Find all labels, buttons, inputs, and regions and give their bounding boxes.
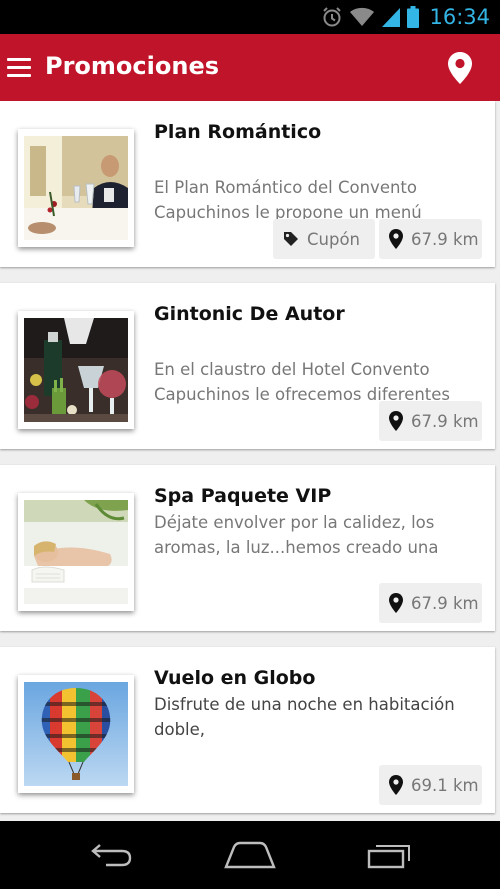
distance-label: 67.9 km [411, 411, 479, 431]
distance-badge: 67.9 km [379, 583, 482, 623]
location-pin-icon [389, 411, 403, 431]
status-time: 16:34 [429, 5, 490, 29]
distance-label: 69.1 km [411, 775, 479, 795]
status-bar: 16:34 [0, 0, 500, 34]
promo-card-gintonic[interactable]: Gintonic De Autor En el claustro del Hot… [0, 283, 495, 449]
gin-tonic-photo [24, 318, 128, 422]
distance-badge: 69.1 km [379, 765, 482, 805]
recent-apps-icon[interactable] [360, 837, 420, 873]
promo-description: Disfrute de una noche en habitación dobl… [154, 695, 455, 739]
map-pin-icon[interactable] [447, 51, 473, 85]
page-title: Promociones [45, 52, 219, 80]
distance-badge: 67.9 km [379, 219, 482, 259]
promotions-list[interactable]: Plan Romántico El Plan Romántico del Con… [0, 101, 500, 821]
coupon-badge[interactable]: Cupón [273, 219, 375, 259]
promo-description: Déjate envolver por la calidez, los arom… [154, 513, 439, 557]
couple-dinner-photo [24, 136, 128, 240]
location-pin-icon [389, 593, 403, 613]
system-nav-bar [0, 821, 500, 889]
app-bar: Promociones [0, 34, 500, 101]
location-pin-icon [389, 229, 403, 249]
promo-card-vuelo-globo[interactable]: Vuelo en Globo Disfrute de una noche en … [0, 647, 495, 813]
spa-relax-photo [24, 500, 128, 604]
back-icon[interactable] [80, 837, 140, 873]
coupon-label: Cupón [307, 229, 361, 249]
promo-thumbnail-frame [18, 311, 134, 429]
location-pin-icon [389, 775, 403, 795]
promo-title: Plan Romántico [154, 121, 322, 143]
home-icon[interactable] [220, 837, 280, 873]
hamburger-menu-icon[interactable] [7, 58, 31, 78]
distance-label: 67.9 km [411, 593, 479, 613]
tag-icon [283, 231, 299, 247]
promo-title: Spa Paquete VIP [154, 485, 332, 507]
promo-title: Vuelo en Globo [154, 667, 316, 689]
wifi-icon [349, 6, 375, 28]
promo-thumbnail-frame [18, 129, 134, 247]
promo-thumbnail-frame [18, 493, 134, 611]
status-icons: 16:34 [321, 0, 490, 34]
promo-title: Gintonic De Autor [154, 303, 345, 325]
battery-icon [407, 6, 420, 28]
promo-thumbnail-frame [18, 675, 134, 793]
distance-label: 67.9 km [411, 229, 479, 249]
distance-badge: 67.9 km [379, 401, 482, 441]
promo-card-spa-vip[interactable]: Spa Paquete VIP Déjate envolver por la c… [0, 465, 495, 631]
signal-icon [381, 6, 401, 28]
promo-card-plan-romantico[interactable]: Plan Romántico El Plan Romántico del Con… [0, 101, 495, 267]
hot-air-balloon-photo [24, 682, 128, 786]
alarm-icon [321, 6, 343, 28]
